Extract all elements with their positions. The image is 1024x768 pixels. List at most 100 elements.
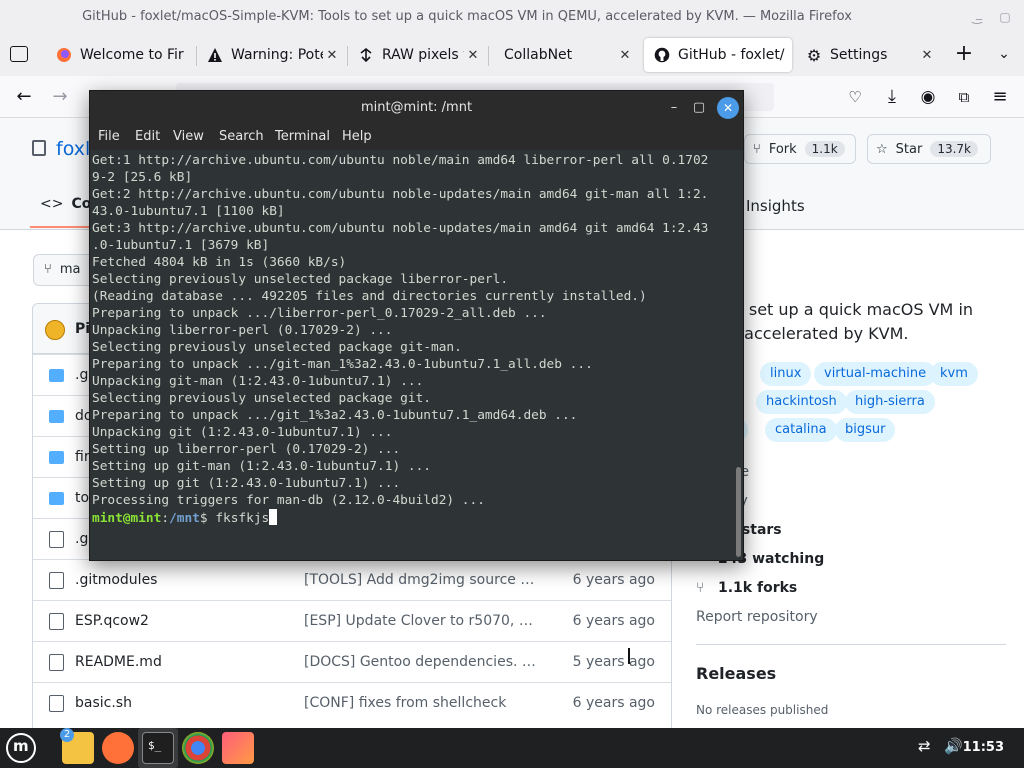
file-name[interactable]: fir: [75, 449, 90, 465]
table-row[interactable]: ESP.qcow2 [ESP] Update Clover to r5070, r…: [33, 600, 671, 641]
topic-tag[interactable]: high-sierra: [845, 390, 935, 414]
commit-message-text: [ESP] Update Clover to r5070, refi...: [304, 613, 536, 629]
tab-collabnet[interactable]: CollabNet ✕: [490, 36, 640, 74]
back-button[interactable]: ←: [12, 85, 36, 109]
file-name[interactable]: .g: [75, 367, 88, 383]
commit-message[interactable]: [TOOLS] Add dmg2img source su...: [304, 572, 536, 588]
terminal-close-button[interactable]: ✕: [717, 97, 739, 119]
tab-github[interactable]: GitHub - foxlet/: [644, 38, 792, 72]
terminal-menu-view[interactable]: View: [173, 129, 204, 144]
maximize-icon[interactable]: ▢: [996, 8, 1014, 26]
star-label: Star: [895, 141, 923, 157]
clock[interactable]: 11:53: [963, 740, 1004, 755]
terminal-line: 9-2 [25.6 kB]: [92, 170, 193, 185]
terminal-menu-terminal[interactable]: Terminal: [275, 129, 330, 144]
avatar[interactable]: [45, 320, 65, 340]
releases-text: No releases published: [696, 703, 829, 717]
terminal-window[interactable]: mint@mint: /mnt – ▢ ✕ File Edit View Search…: [89, 90, 744, 561]
folder-icon: [49, 451, 64, 464]
prompt-user: mint@mint: [92, 511, 162, 526]
volume-icon[interactable]: 🔊: [944, 737, 963, 755]
topic-tag[interactable]: kvm: [930, 362, 978, 386]
downloads-icon[interactable]: ⤓: [880, 85, 904, 109]
star-icon: ☆: [876, 141, 888, 157]
firefox-app-icon[interactable]: [102, 732, 134, 764]
terminal-minimize-button[interactable]: –: [663, 97, 685, 119]
commit-author[interactable]: Pi: [75, 321, 90, 337]
tab-insights-label: Insights: [746, 197, 805, 215]
menu-icon[interactable]: ≡: [988, 85, 1012, 109]
extensions-icon[interactable]: ⧉: [952, 85, 976, 109]
table-row[interactable]: .gitmodules [TOOLS] Add dmg2img source su…: [33, 559, 671, 600]
terminal-menu-search[interactable]: Search: [219, 129, 264, 144]
file-name[interactable]: README.md: [75, 654, 162, 670]
image-viewer-app-icon[interactable]: [222, 732, 254, 764]
terminal-scrollbar[interactable]: [736, 467, 741, 557]
commit-message[interactable]: [CONF] fixes from shellcheck: [304, 695, 536, 711]
file-icon: [49, 654, 64, 671]
table-row[interactable]: README.md [DOCS] Gentoo dependencies. (#.…: [33, 641, 671, 682]
files-badge: 2: [60, 728, 74, 742]
file-name[interactable]: basic.sh: [75, 695, 132, 711]
topic-tag[interactable]: linux: [760, 362, 812, 386]
new-tab-button[interactable]: +: [952, 42, 976, 66]
minimize-button[interactable]: _: [970, 4, 988, 22]
repo-owner-link[interactable]: foxl: [56, 138, 90, 160]
tab-label: RAW pixels vie: [382, 47, 464, 63]
fork-count: 1.1k: [804, 141, 845, 157]
terminal-line: Unpacking liberror-perl (0.17029-2) ...: [92, 323, 393, 338]
tab-welcome-firefox[interactable]: Welcome to Fir: [46, 36, 196, 74]
star-button[interactable]: ☆ Star 13.7k: [867, 134, 991, 164]
topic-tag[interactable]: hackintosh: [756, 390, 847, 414]
topic-tag[interactable]: bigsur: [835, 418, 896, 442]
fork-button[interactable]: ⑂ Fork 1.1k: [744, 134, 856, 164]
mint-menu-icon[interactable]: m: [6, 733, 36, 763]
terminal-menu-edit[interactable]: Edit: [135, 129, 160, 144]
terminal-line: Unpacking git (1:2.43.0-1ubuntu7.1) ...: [92, 425, 393, 440]
file-name[interactable]: to: [75, 490, 89, 506]
close-icon[interactable]: ✕: [918, 48, 936, 63]
tab-label: GitHub - foxlet/: [678, 47, 785, 63]
pocket-icon[interactable]: ♡: [843, 85, 867, 109]
table-row[interactable]: basic.sh [CONF] fixes from shellcheck 6 ye…: [33, 682, 671, 723]
releases-heading[interactable]: Releases: [696, 664, 776, 683]
close-icon[interactable]: ✕: [616, 48, 634, 63]
github-icon: [654, 47, 670, 63]
account-icon[interactable]: ◉: [916, 85, 940, 109]
folder-icon: [49, 410, 64, 423]
terminal-menu-help[interactable]: Help: [342, 129, 372, 144]
report-repository-link[interactable]: Report repository: [696, 609, 818, 625]
forward-button[interactable]: →: [48, 85, 72, 109]
topic-tag[interactable]: virtual-machine: [814, 362, 937, 386]
tab-settings[interactable]: ⚙ Settings ✕: [796, 36, 942, 74]
tab-overview-icon[interactable]: [10, 46, 28, 62]
terminal-line: Selecting previously unselected package …: [92, 272, 509, 287]
file-name[interactable]: ESP.qcow2: [75, 613, 149, 629]
chrome-app-icon[interactable]: [182, 732, 214, 764]
branch-selector[interactable]: ⑂ ma: [33, 254, 95, 286]
terminal-line: Preparing to unpack .../git_1%3a2.43.0-1…: [92, 408, 578, 423]
list-tabs-chevron-down-icon[interactable]: ⌄: [992, 42, 1016, 66]
topic-tag[interactable]: catalina: [765, 418, 837, 442]
prompt-path: /mnt: [169, 511, 200, 526]
tab-raw-pixels[interactable]: RAW pixels vie ✕: [348, 36, 488, 74]
close-icon[interactable]: ✕: [464, 48, 482, 63]
file-icon: [49, 613, 64, 630]
forks-link[interactable]: ⑂ 1.1k forks: [696, 580, 797, 596]
active-app-indicator: [138, 728, 178, 768]
terminal-maximize-button[interactable]: ▢: [688, 97, 710, 119]
pull-request-link[interactable]: (#...: [522, 654, 536, 670]
network-icon[interactable]: ⇄: [918, 737, 931, 755]
file-name[interactable]: .gitmodules: [75, 572, 157, 588]
terminal-prompt-line[interactable]: mint@mint:/mnt$ fksfkjs: [92, 509, 735, 527]
tab-warning[interactable]: Warning: Poten ✕: [197, 36, 347, 74]
folder-icon: [49, 369, 64, 382]
commit-message[interactable]: [ESP] Update Clover to r5070, refi...: [304, 613, 536, 629]
tab-insights[interactable]: Insights: [746, 197, 805, 215]
commit-message[interactable]: [DOCS] Gentoo dependencies. (#...: [304, 654, 536, 670]
files-app-icon[interactable]: 2: [60, 728, 94, 764]
terminal-menu-file[interactable]: File: [98, 129, 120, 144]
terminal-output[interactable]: Get:1 http://archive.ubuntu.com/ubuntu n…: [90, 150, 735, 560]
close-icon[interactable]: ✕: [323, 48, 341, 63]
file-icon: [49, 531, 64, 548]
